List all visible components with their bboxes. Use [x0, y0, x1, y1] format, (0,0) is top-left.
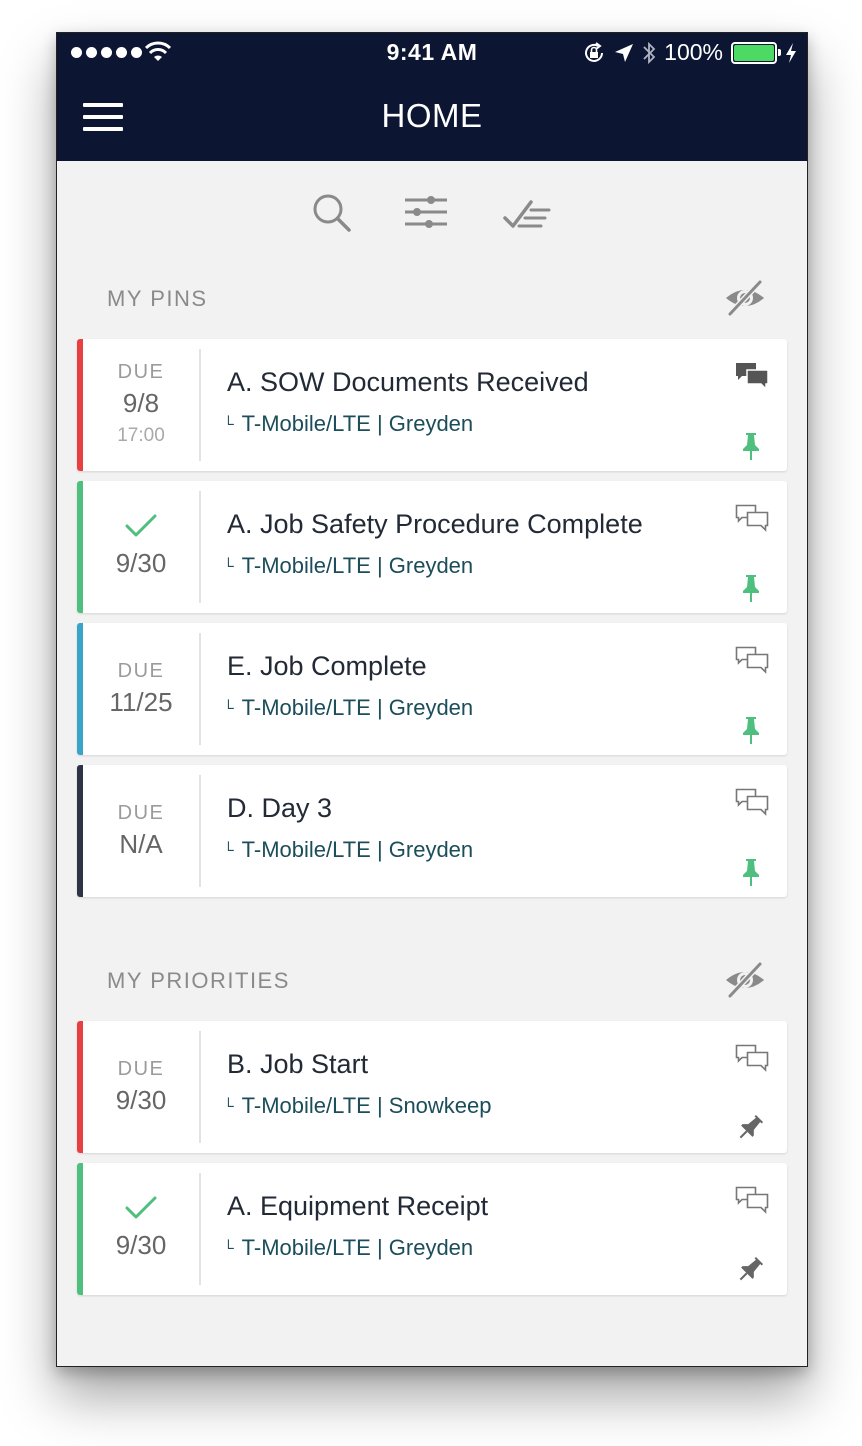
task-title: A. Job Safety Procedure Complete: [227, 509, 643, 539]
chat-icon[interactable]: [735, 361, 769, 393]
battery-icon: [731, 41, 781, 64]
due-label: DUE: [117, 361, 165, 383]
divider: [199, 491, 201, 603]
task-subtitle: └ T-Mobile/LTE | Snowkeep: [223, 1093, 492, 1119]
due-date-block: 9/30: [83, 1163, 199, 1295]
due-date: 9/8: [122, 388, 160, 418]
header-bar: HOME: [57, 73, 807, 161]
hierarchy-corner-icon: └: [223, 1098, 234, 1115]
task-card[interactable]: 9/30 A. Equipment Receipt └ T-Mobile/LTE | …: [77, 1163, 787, 1295]
task-title: B. Job Start: [227, 1049, 369, 1079]
priorities-section-header: MY PRIORITIES: [107, 960, 767, 1000]
battery-percent: 100%: [664, 39, 723, 65]
due-label: DUE: [117, 660, 165, 682]
hierarchy-corner-icon: └: [223, 700, 234, 717]
task-title: A. SOW Documents Received: [227, 367, 589, 397]
pins-section-header: MY PINS: [107, 278, 767, 318]
task-subtitle: └ T-Mobile/LTE | Greyden: [223, 837, 473, 863]
task-card[interactable]: DUE 9/8 17:00 A. SOW Documents Received └ T-M…: [77, 339, 787, 471]
project-label: T-Mobile/LTE | Snowkeep: [241, 1093, 492, 1118]
task-card[interactable]: 9/30 A. Job Safety Procedure Complete └ T-M…: [77, 481, 787, 613]
task-card[interactable]: DUE N/A D. Day 3 └ T-Mobile/LTE | Greyden: [77, 765, 787, 897]
divider: [199, 1031, 201, 1143]
section-title: MY PRIORITIES: [107, 968, 290, 993]
hierarchy-corner-icon: └: [223, 558, 234, 575]
task-subtitle: └ T-Mobile/LTE | Greyden: [223, 553, 473, 579]
chat-icon[interactable]: [735, 787, 769, 819]
task-card[interactable]: DUE 11/25 E. Job Complete └ T-Mobile/LTE | G…: [77, 623, 787, 755]
bluetooth-icon: [643, 41, 656, 64]
pin-icon[interactable]: [739, 1255, 763, 1285]
pin-icon[interactable]: [739, 1113, 763, 1143]
due-label: DUE: [117, 1058, 165, 1080]
toolbar: [57, 188, 807, 238]
chat-icon[interactable]: [735, 503, 769, 535]
hierarchy-corner-icon: └: [223, 842, 234, 859]
status-bar: 9:41 AM 100%: [57, 33, 807, 73]
task-subtitle: └ T-Mobile/LTE | Greyden: [223, 695, 473, 721]
filter-sliders-icon[interactable]: [401, 188, 451, 238]
task-subtitle: └ T-Mobile/LTE | Greyden: [223, 1235, 473, 1261]
due-date-block: DUE 9/30: [83, 1021, 199, 1153]
due-date-block: DUE N/A: [83, 765, 199, 897]
project-label: T-Mobile/LTE | Greyden: [241, 1235, 474, 1260]
project-label: T-Mobile/LTE | Greyden: [241, 837, 474, 862]
eye-slash-icon[interactable]: [723, 960, 767, 1000]
due-date-block: 9/30: [83, 481, 199, 613]
pin-icon[interactable]: [739, 573, 763, 603]
due-date-block: DUE 11/25: [83, 623, 199, 755]
chat-icon[interactable]: [735, 1185, 769, 1217]
chat-icon[interactable]: [735, 645, 769, 677]
page-title: HOME: [381, 97, 483, 134]
checkmark-icon: [125, 514, 157, 537]
task-title: E. Job Complete: [227, 651, 427, 681]
project-label: T-Mobile/LTE | Greyden: [241, 553, 474, 578]
divider: [199, 633, 201, 745]
divider: [199, 775, 201, 887]
due-date: 11/25: [109, 687, 173, 717]
due-date: 9/30: [115, 1085, 167, 1115]
checklist-icon[interactable]: [501, 188, 551, 238]
task-title: A. Equipment Receipt: [227, 1191, 489, 1221]
due-label: DUE: [117, 802, 165, 824]
task-subtitle: └ T-Mobile/LTE | Greyden: [223, 411, 473, 437]
divider: [199, 1173, 201, 1285]
due-date: 9/30: [115, 1230, 167, 1260]
due-time: 17:00: [117, 425, 165, 446]
pin-icon[interactable]: [739, 431, 763, 461]
charging-bolt-icon: [786, 42, 796, 63]
due-date: N/A: [119, 829, 163, 859]
chat-icon[interactable]: [735, 1043, 769, 1075]
hierarchy-corner-icon: └: [223, 1240, 234, 1257]
pin-icon[interactable]: [739, 857, 763, 887]
due-date-block: DUE 9/8 17:00: [83, 339, 199, 471]
pin-icon[interactable]: [739, 715, 763, 745]
location-arrow-icon: [615, 43, 634, 62]
task-card[interactable]: DUE 9/30 B. Job Start └ T-Mobile/LTE | Snowk…: [77, 1021, 787, 1153]
divider: [199, 349, 201, 461]
section-title: MY PINS: [107, 286, 208, 311]
due-date: 9/30: [115, 548, 167, 578]
phone-screen: 9:41 AM 100% HOME MY PINS DUE 9/8 17:00 …: [56, 32, 808, 1367]
rotation-lock-icon: [585, 41, 604, 62]
eye-slash-icon[interactable]: [723, 278, 767, 318]
project-label: T-Mobile/LTE | Greyden: [241, 411, 474, 436]
task-title: D. Day 3: [227, 793, 333, 823]
checkmark-icon: [125, 1196, 157, 1219]
hierarchy-corner-icon: └: [223, 416, 234, 433]
search-icon[interactable]: [307, 188, 357, 238]
project-label: T-Mobile/LTE | Greyden: [241, 695, 474, 720]
